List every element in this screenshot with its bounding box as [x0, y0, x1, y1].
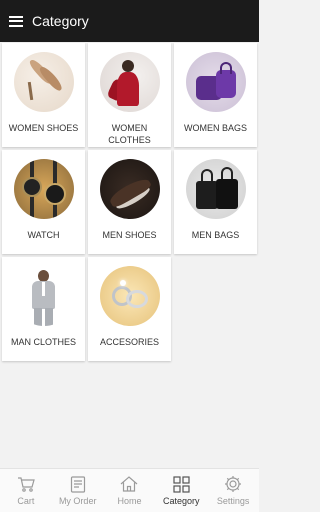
category-tile-men-shoes[interactable]: MEN SHOES	[88, 150, 171, 254]
gear-icon	[223, 475, 243, 493]
category-label: MAN CLOTHES	[10, 337, 76, 347]
category-tile-accesories[interactable]: ACCESORIES	[88, 257, 171, 361]
hamburger-menu-icon[interactable]	[9, 15, 23, 27]
cart-icon	[16, 475, 36, 493]
category-tile-women-clothes[interactable]: WOMEN CLOTHES	[88, 43, 171, 147]
category-grid: WOMEN SHOES WOMEN CLOTHES WOMEN BAGS WAT…	[2, 43, 257, 361]
men-bags-photo	[185, 159, 246, 219]
app-bar: Category	[0, 0, 259, 42]
order-list-icon	[68, 475, 88, 493]
category-label: ACCESORIES	[99, 337, 159, 347]
nav-label-home: Home	[117, 496, 142, 506]
category-tile-man-clothes[interactable]: MAN CLOTHES	[2, 257, 85, 361]
nav-item-settings[interactable]: Settings	[207, 469, 259, 512]
page-title: Category	[32, 13, 89, 29]
nav-label-cart: Cart	[17, 496, 35, 506]
category-label: MEN SHOES	[102, 230, 157, 240]
watch-photo	[13, 159, 74, 219]
nav-label-settings: Settings	[216, 496, 250, 506]
bottom-navigation: Cart My Order Home Category Settings	[0, 468, 259, 512]
women-shoes-photo	[13, 52, 74, 112]
category-label: WATCH	[27, 230, 60, 240]
nav-item-my-order[interactable]: My Order	[52, 469, 104, 512]
nav-label-my-order: My Order	[58, 496, 97, 506]
men-shoes-photo	[99, 159, 160, 219]
accesories-photo	[99, 266, 160, 326]
category-tile-women-bags[interactable]: WOMEN BAGS	[174, 43, 257, 147]
nav-label-category: Category	[163, 496, 200, 506]
nav-item-home[interactable]: Home	[104, 469, 156, 512]
women-clothes-photo	[99, 52, 160, 112]
category-label: MEN BAGS	[191, 230, 240, 240]
category-tile-men-bags[interactable]: MEN BAGS	[174, 150, 257, 254]
category-tile-women-shoes[interactable]: WOMEN SHOES	[2, 43, 85, 147]
category-tile-watch[interactable]: WATCH	[2, 150, 85, 254]
nav-item-category[interactable]: Category	[155, 469, 207, 512]
nav-item-cart[interactable]: Cart	[0, 469, 52, 512]
category-label: WOMEN SHOES	[8, 123, 79, 133]
women-bags-photo	[185, 52, 246, 112]
home-icon	[119, 475, 139, 493]
category-label: WOMEN BAGS	[183, 123, 247, 133]
category-label: WOMEN CLOTHES	[108, 123, 151, 145]
grid-icon	[171, 475, 191, 493]
man-clothes-photo	[13, 266, 74, 326]
